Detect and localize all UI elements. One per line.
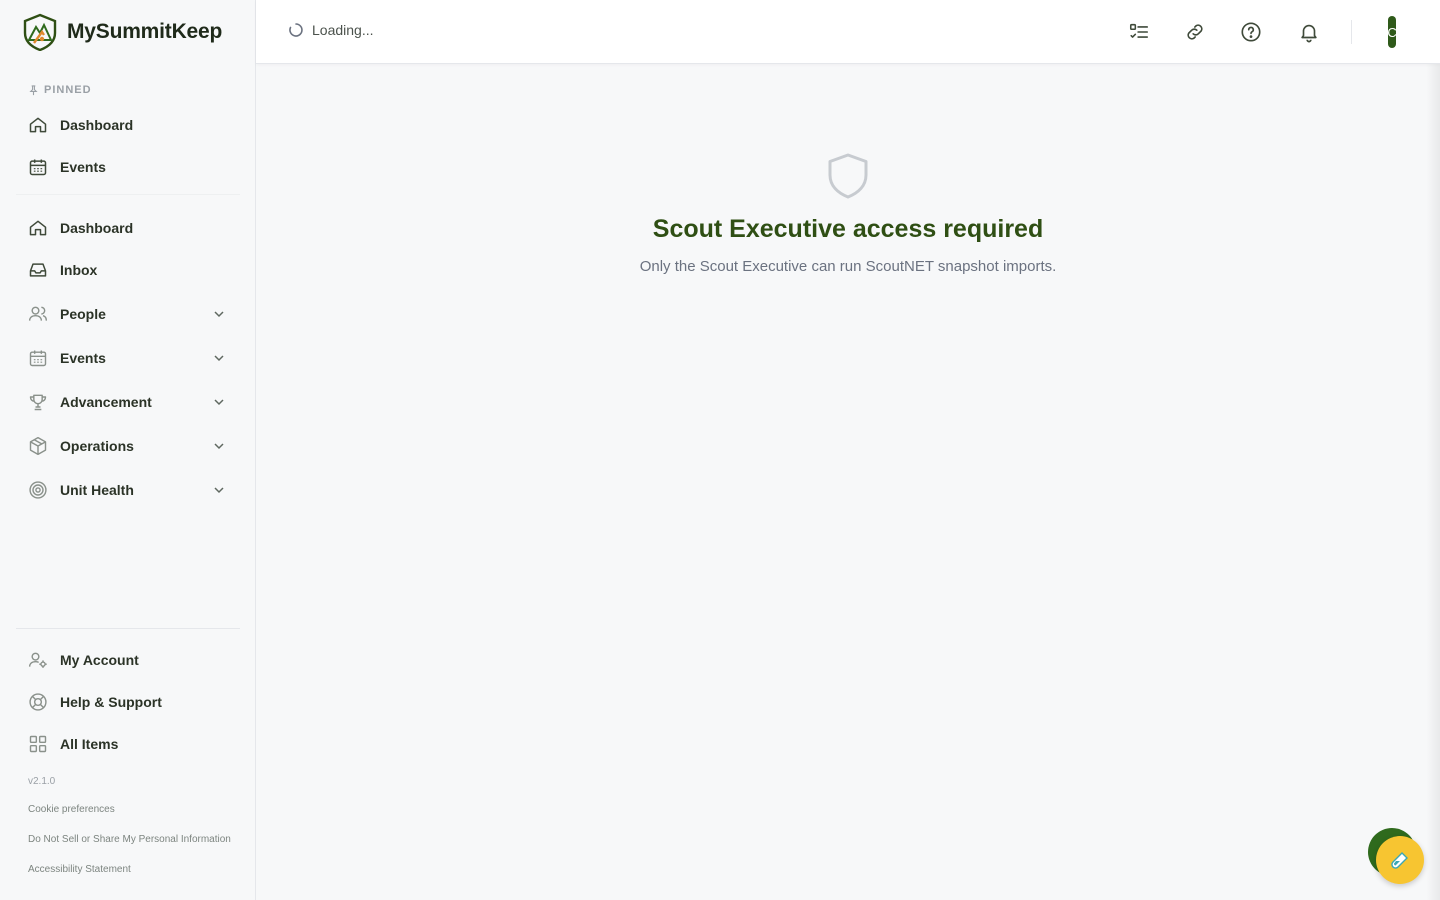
nav-label: Events xyxy=(60,350,106,366)
pinned-item-events[interactable]: Events xyxy=(16,149,240,185)
home-icon xyxy=(28,218,48,238)
help-icon[interactable] xyxy=(1239,20,1263,44)
topbar: Loading... C xyxy=(256,0,1440,64)
nav-label: Advancement xyxy=(60,394,152,410)
trophy-icon xyxy=(28,392,48,412)
inbox-icon xyxy=(28,260,48,280)
do-not-sell-link[interactable]: Do Not Sell or Share My Personal Informa… xyxy=(28,834,231,845)
pin-icon xyxy=(29,84,38,95)
sidebar-item-people[interactable]: People xyxy=(16,296,240,332)
cookie-preferences-link[interactable]: Cookie preferences xyxy=(28,804,115,815)
chevron-down-icon[interactable] xyxy=(212,439,226,453)
pinned-section-label: PINNED xyxy=(28,84,92,96)
lifebuoy-icon xyxy=(28,692,48,712)
sidebar-item-events[interactable]: Events xyxy=(16,340,240,376)
link-icon[interactable] xyxy=(1183,20,1207,44)
divider xyxy=(16,628,240,629)
target-icon xyxy=(28,480,48,500)
bell-icon[interactable] xyxy=(1297,20,1321,44)
chevron-down-icon[interactable] xyxy=(212,307,226,321)
chevron-down-icon[interactable] xyxy=(212,351,226,365)
accessibility-statement-link[interactable]: Accessibility Statement xyxy=(28,864,131,875)
sidebar-item-advancement[interactable]: Advancement xyxy=(16,384,240,420)
nav-label: All Items xyxy=(60,736,119,752)
home-icon xyxy=(28,115,48,135)
shield-icon xyxy=(826,152,870,200)
page-subtitle: Only the Scout Executive can run ScoutNE… xyxy=(639,258,1057,275)
sidebar-item-all-items[interactable]: All Items xyxy=(16,726,240,762)
nav-label: Events xyxy=(60,159,106,175)
test-tube-icon xyxy=(1391,852,1408,869)
mountain-shield-logo xyxy=(23,13,57,51)
pinned-label-text: PINNED xyxy=(44,84,92,96)
calendar-icon xyxy=(28,348,48,368)
brand[interactable]: MySummitKeep xyxy=(22,13,222,51)
avatar[interactable]: C xyxy=(1388,16,1396,48)
nav-label: People xyxy=(60,306,106,322)
app-version: v2.1.0 xyxy=(28,776,56,787)
nav-label: My Account xyxy=(60,652,139,668)
page-title: Scout Executive access required xyxy=(652,215,1044,243)
chevron-down-icon[interactable] xyxy=(212,483,226,497)
spinner-icon xyxy=(289,23,303,37)
sidebar-item-my-account[interactable]: My Account xyxy=(16,642,240,678)
checklist-icon[interactable] xyxy=(1127,20,1151,44)
nav-label: Operations xyxy=(60,438,134,454)
divider xyxy=(16,194,240,195)
feedback-fab-button[interactable] xyxy=(1376,836,1424,884)
pinned-item-dashboard[interactable]: Dashboard xyxy=(16,107,240,143)
sidebar: MySummitKeep PINNED Dashboard Events Das… xyxy=(0,0,256,900)
user-gear-icon xyxy=(28,650,48,670)
brand-name: MySummitKeep xyxy=(67,20,223,43)
nav-label: Inbox xyxy=(60,262,98,278)
calendar-icon xyxy=(28,157,48,177)
grid-icon xyxy=(28,734,48,754)
scroll-edge-shadow xyxy=(1426,64,1440,900)
loading-indicator: Loading... xyxy=(288,22,374,38)
sidebar-item-help-support[interactable]: Help & Support xyxy=(16,684,240,720)
nav-label: Unit Health xyxy=(60,482,134,498)
sidebar-item-unit-health[interactable]: Unit Health xyxy=(16,472,240,508)
loading-text: Loading... xyxy=(312,22,374,38)
avatar-initial: C xyxy=(1388,24,1396,40)
nav-label: Help & Support xyxy=(60,694,162,710)
topbar-divider xyxy=(1351,20,1352,44)
package-icon xyxy=(28,436,48,456)
chevron-down-icon[interactable] xyxy=(212,395,226,409)
nav-label: Dashboard xyxy=(60,220,134,236)
sidebar-item-inbox[interactable]: Inbox xyxy=(16,252,240,288)
sidebar-item-operations[interactable]: Operations xyxy=(16,428,240,464)
users-icon xyxy=(28,304,48,324)
main-content: Scout Executive access required Only the… xyxy=(256,64,1440,900)
nav-label: Dashboard xyxy=(60,117,134,133)
sidebar-item-dashboard[interactable]: Dashboard xyxy=(16,210,240,246)
